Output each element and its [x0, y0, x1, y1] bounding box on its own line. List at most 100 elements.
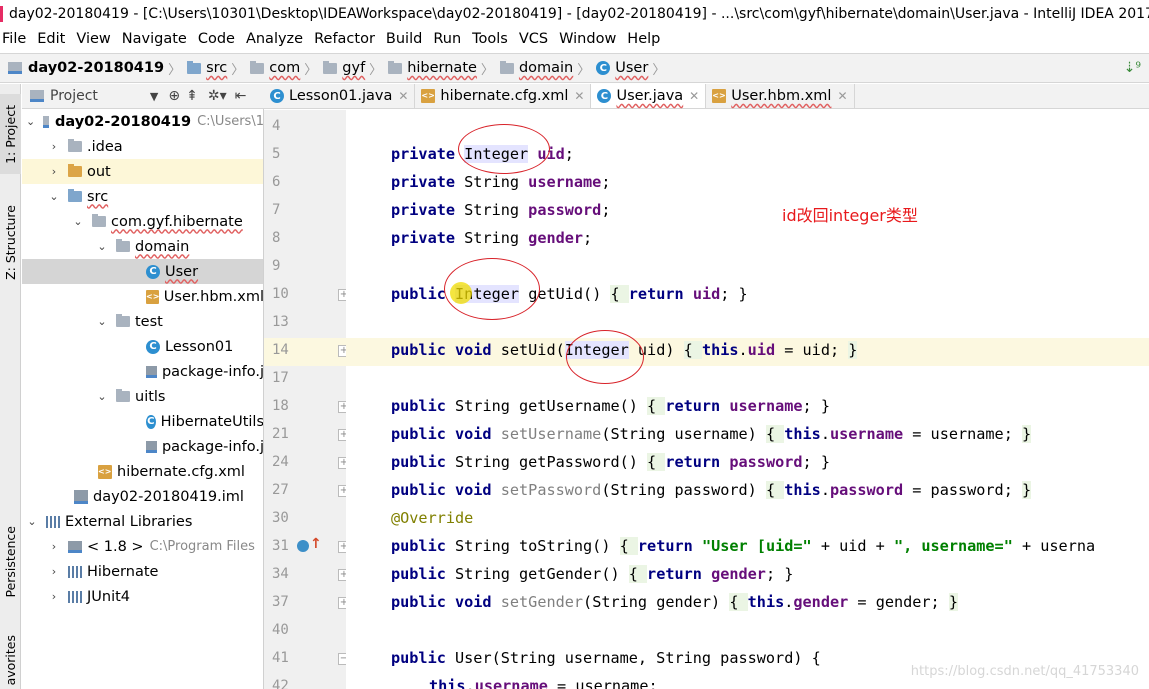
- tab-hibernate-cfg[interactable]: hibernate.cfg.xml ✕: [415, 84, 592, 108]
- dropdown-arrow-icon[interactable]: ▼: [150, 90, 158, 103]
- tab-user-java[interactable]: C User.java ✕: [591, 84, 707, 108]
- java-class-icon: C: [146, 339, 160, 354]
- hide-icon[interactable]: ⇤: [235, 88, 247, 104]
- sort-icon[interactable]: ⇣⁹: [1124, 60, 1141, 76]
- menu-code[interactable]: Code: [196, 31, 242, 47]
- code-line-42: this.username = username;: [429, 677, 658, 689]
- line-number: 40: [272, 622, 289, 638]
- breadcrumb-domain[interactable]: domain: [499, 60, 573, 76]
- code-editor[interactable]: private Integer uid; private String user…: [346, 110, 1149, 689]
- collapse-icon[interactable]: ⇞: [186, 88, 198, 104]
- tree-label: package-info.j: [161, 438, 264, 455]
- tree-item-test[interactable]: ⌄ test: [22, 309, 263, 334]
- tree-item-junit4[interactable]: › JUnit4: [22, 584, 263, 609]
- menu-file[interactable]: File: [0, 31, 33, 47]
- chevron-right-icon: 〉: [369, 62, 383, 78]
- tab-label: Lesson01.java: [289, 88, 393, 104]
- chevron-down-icon[interactable]: ⌄: [26, 515, 38, 528]
- persistence-tool-label: Persistence: [3, 526, 18, 598]
- code-line-24: public String getPassword() { return pas…: [391, 453, 830, 471]
- breadcrumb-com[interactable]: com: [250, 60, 300, 76]
- menu-vcs[interactable]: VCS: [517, 31, 555, 47]
- tree-item-uitls[interactable]: ⌄ uitls: [22, 384, 263, 409]
- breadcrumb-src-label: src: [206, 60, 228, 76]
- target-icon[interactable]: ⊕: [168, 88, 180, 104]
- chevron-down-icon[interactable]: ⌄: [96, 390, 108, 403]
- menu-view[interactable]: View: [74, 31, 117, 47]
- override-method-icon[interactable]: [297, 540, 309, 552]
- up-arrow-icon[interactable]: ↑: [310, 536, 322, 552]
- tree-path: C:\Users\1: [197, 114, 264, 129]
- line-number: 37: [272, 594, 289, 610]
- chevron-down-icon[interactable]: ⌄: [48, 190, 60, 203]
- tree-item-user-hbm[interactable]: User.hbm.xml: [22, 284, 263, 309]
- chevron-down-icon[interactable]: ⌄: [72, 215, 84, 228]
- folder-icon: [68, 189, 82, 202]
- project-panel-title[interactable]: Project: [50, 88, 98, 104]
- line-number: 17: [272, 370, 289, 386]
- chevron-right-icon[interactable]: ›: [48, 565, 60, 578]
- menu-edit[interactable]: Edit: [35, 31, 72, 47]
- tree-item-package-info[interactable]: package-info.j: [22, 434, 264, 459]
- chevron-right-icon[interactable]: ›: [48, 140, 60, 153]
- tool-window-strip: 1: Project Z: Structure Persistence avor…: [0, 84, 21, 689]
- breadcrumb-project-label: day02-20180419: [28, 60, 165, 76]
- menu-help[interactable]: Help: [625, 31, 667, 47]
- chevron-down-icon[interactable]: ⌄: [96, 240, 108, 253]
- tree-item-user[interactable]: C User: [22, 259, 263, 284]
- tree-item-idea[interactable]: › .idea: [22, 134, 263, 159]
- tree-label: uitls: [135, 388, 166, 405]
- close-icon[interactable]: ✕: [398, 89, 408, 103]
- breadcrumb-hibernate[interactable]: hibernate: [388, 60, 477, 76]
- tree-item-package[interactable]: ⌄ com.gyf.hibernate: [22, 209, 263, 234]
- gear-icon[interactable]: ✲▾: [208, 88, 227, 104]
- menu-run[interactable]: Run: [431, 31, 468, 47]
- close-icon[interactable]: ✕: [689, 89, 699, 103]
- tree-item-src[interactable]: ⌄ src: [22, 184, 263, 209]
- tree-item-project-root[interactable]: ⌄ day02-20180419 C:\Users\1: [22, 109, 264, 134]
- close-icon[interactable]: ✕: [837, 89, 847, 103]
- tab-user-hbm[interactable]: User.hbm.xml ✕: [706, 84, 855, 108]
- chevron-right-icon[interactable]: ›: [48, 590, 60, 603]
- chevron-down-icon[interactable]: ⌄: [26, 115, 35, 128]
- breadcrumb-src[interactable]: src: [187, 60, 227, 76]
- tree-item-hibernate-utils[interactable]: C HibernateUtils: [22, 409, 263, 434]
- chevron-down-icon[interactable]: ⌄: [96, 315, 108, 328]
- close-icon[interactable]: ✕: [574, 89, 584, 103]
- tab-favorites-tool[interactable]: avorites: [0, 630, 21, 689]
- chevron-right-icon[interactable]: ›: [48, 540, 60, 553]
- breadcrumb-project[interactable]: day02-20180419: [0, 60, 164, 76]
- tab-project-tool[interactable]: 1: Project: [0, 94, 21, 174]
- code-line-41: public User(String username, String pass…: [391, 649, 821, 667]
- menu-analyze[interactable]: Analyze: [244, 31, 310, 47]
- tree-item-jdk[interactable]: › < 1.8 > C:\Program Files: [22, 534, 263, 559]
- tree-item-package-info[interactable]: package-info.j: [22, 359, 263, 384]
- breadcrumb-com-label: com: [269, 60, 301, 76]
- package-icon: [116, 239, 130, 252]
- tab-persistence-tool[interactable]: Persistence: [0, 514, 21, 610]
- tree-item-hibernate-lib[interactable]: › Hibernate: [22, 559, 263, 584]
- menu-tools[interactable]: Tools: [470, 31, 515, 47]
- menu-build[interactable]: Build: [384, 31, 429, 47]
- breadcrumb-user[interactable]: C User: [596, 60, 648, 76]
- code-line-7: private String password;: [391, 201, 611, 219]
- cursor-highlight: [450, 282, 472, 304]
- tab-lesson01[interactable]: C Lesson01.java ✕: [264, 84, 416, 108]
- tree-item-hibernate-cfg[interactable]: hibernate.cfg.xml: [22, 459, 263, 484]
- menu-bar: File Edit View Navigate Code Analyze Ref…: [0, 27, 1149, 51]
- tree-item-lesson01[interactable]: C Lesson01: [22, 334, 263, 359]
- breadcrumb-gyf[interactable]: gyf: [323, 60, 365, 76]
- xml-file-icon: [421, 89, 436, 103]
- line-number: 42: [272, 678, 289, 689]
- code-line-34: public String getGender() { return gende…: [391, 565, 794, 583]
- tree-item-out[interactable]: › out: [22, 159, 263, 184]
- tab-structure-tool[interactable]: Z: Structure: [0, 196, 21, 288]
- tree-item-iml[interactable]: day02-20180419.iml: [22, 484, 263, 509]
- menu-navigate[interactable]: Navigate: [120, 31, 194, 47]
- menu-refactor[interactable]: Refactor: [312, 31, 382, 47]
- tree-item-domain[interactable]: ⌄ domain: [22, 234, 263, 259]
- tree-item-external-libraries[interactable]: ⌄ External Libraries: [22, 509, 263, 534]
- package-icon: [323, 60, 338, 74]
- menu-window[interactable]: Window: [557, 31, 623, 47]
- chevron-right-icon[interactable]: ›: [48, 165, 60, 178]
